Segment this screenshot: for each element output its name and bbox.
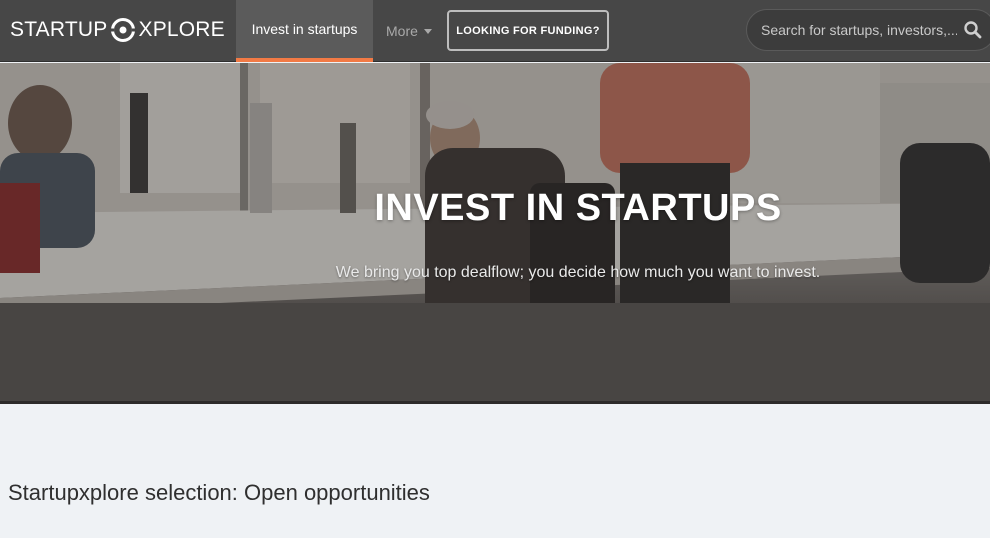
- search-icon[interactable]: [963, 20, 983, 40]
- caret-down-icon: [423, 28, 432, 34]
- hero-divider: [0, 401, 990, 404]
- target-o-icon: [110, 18, 137, 42]
- hero-subtitle: We bring you top dealflow; you decide ho…: [335, 264, 821, 281]
- hero-banner: INVEST IN STARTUPS We bring you top deal…: [0, 63, 990, 403]
- search-input[interactable]: [759, 10, 959, 50]
- hero-title: INVEST IN STARTUPS: [374, 187, 782, 229]
- funding-button-label: LOOKING FOR FUNDING?: [456, 24, 600, 37]
- top-navbar: STARTUP XPLORE Invest in startups More L…: [0, 0, 990, 62]
- logo-text-left: STARTUP: [10, 18, 108, 41]
- startupxplore-logo[interactable]: STARTUP XPLORE: [10, 16, 225, 44]
- nav-more-dropdown[interactable]: More: [386, 0, 432, 62]
- search-box: [746, 9, 990, 51]
- logo-text-right: XPLORE: [138, 18, 225, 41]
- nav-invest-in-startups[interactable]: Invest in startups: [236, 0, 373, 62]
- nav-invest-label: Invest in startups: [251, 21, 358, 37]
- hero-overlay: [0, 63, 990, 403]
- looking-for-funding-button[interactable]: LOOKING FOR FUNDING?: [447, 10, 609, 51]
- nav-more-label: More: [386, 23, 418, 39]
- section-title: Startupxplore selection: Open opportunit…: [8, 480, 430, 505]
